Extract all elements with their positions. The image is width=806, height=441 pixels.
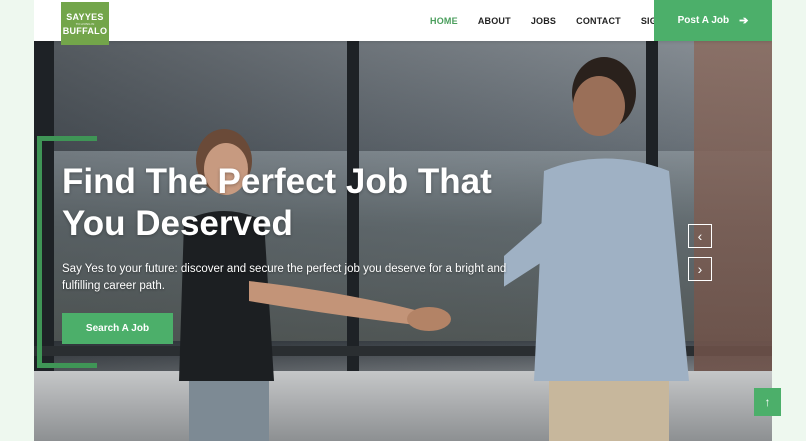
chevron-left-icon: ‹ — [697, 228, 703, 244]
hero-banner: Find The Perfect Job That You Deserved S… — [34, 41, 772, 441]
nav-home[interactable]: HOME — [430, 16, 458, 26]
arrow-right-icon: ➔ — [739, 15, 749, 27]
chevron-right-icon: › — [697, 261, 703, 277]
logo-text-top: SAYYES — [66, 11, 104, 22]
scroll-to-top-button[interactable]: ↑ — [754, 388, 781, 416]
hero-subtext: Say Yes to your future: discover and sec… — [62, 263, 507, 292]
nav-contact[interactable]: CONTACT — [576, 16, 621, 26]
site-logo[interactable]: SAYYES TO LIVING IN BUFFALO — [61, 2, 109, 45]
arrow-up-icon: ↑ — [764, 395, 771, 409]
person-right-silhouette — [504, 57, 689, 441]
logo-text-middle: TO LIVING IN — [75, 21, 95, 26]
slider-next-button[interactable]: › — [688, 257, 712, 281]
search-job-button[interactable]: Search A Job — [62, 313, 173, 344]
post-job-label: Post A Job — [677, 15, 730, 26]
logo-text-bottom: BUFFALO — [62, 25, 108, 36]
hero-headline: Find The Perfect Job That You Deserved — [62, 162, 492, 243]
nav-about[interactable]: ABOUT — [478, 16, 511, 26]
page-frame: SAYYES TO LIVING IN BUFFALO HOME ABOUT J… — [34, 0, 772, 441]
nav-jobs[interactable]: JOBS — [531, 16, 556, 26]
site-header: SAYYES TO LIVING IN BUFFALO HOME ABOUT J… — [34, 0, 772, 45]
wall-panel — [694, 41, 772, 371]
slider-prev-button[interactable]: ‹ — [688, 224, 712, 248]
post-job-button[interactable]: Post A Job ➔ — [654, 0, 772, 41]
